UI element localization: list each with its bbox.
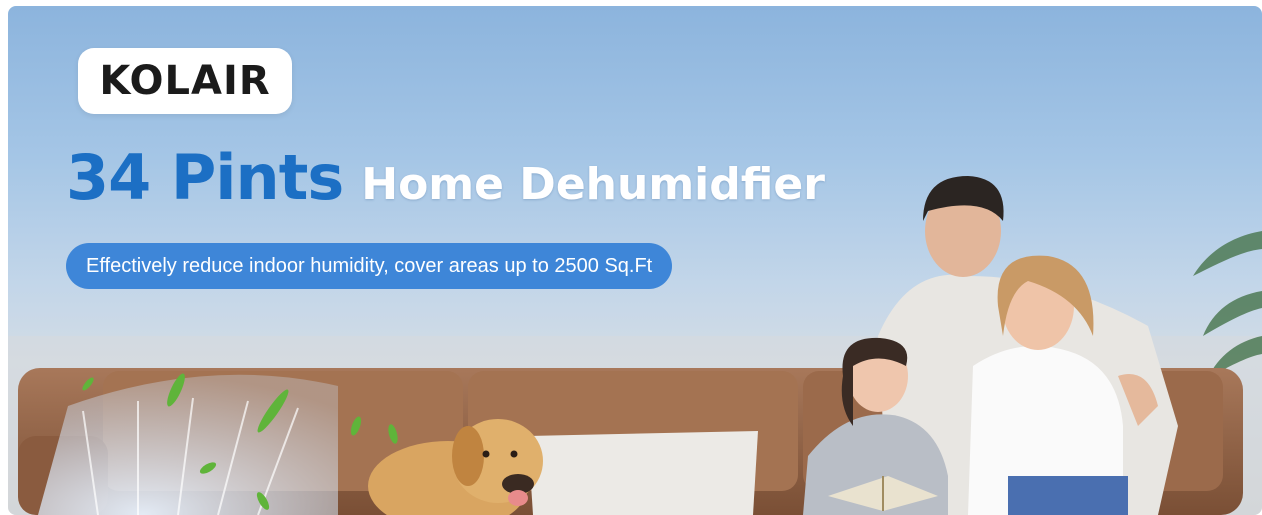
headline-product: Home Dehumidfier: [361, 159, 825, 210]
headline-capacity: 34 Pints: [66, 141, 344, 214]
tagline-badge: Effectively reduce indoor humidity, cove…: [66, 243, 673, 289]
hero-banner: KOLAIR 34 Pints Home Dehumidfier Effecti…: [8, 6, 1262, 515]
tagline-text: Effectively reduce indoor humidity, cove…: [86, 254, 653, 277]
page-title: 34 Pints Home Dehumidfier: [66, 141, 825, 214]
logo-wordmark: KOLAIR: [99, 58, 271, 104]
brand-logo: KOLAIR: [78, 48, 292, 114]
